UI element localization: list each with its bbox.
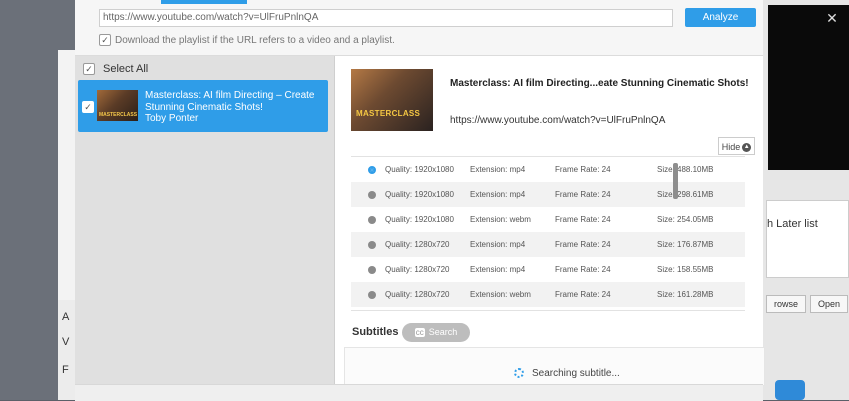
quality-text: Quality: 1920x1080: [385, 215, 454, 224]
analyze-button[interactable]: Analyze: [685, 8, 756, 27]
video-detail-pane: MASTERCLASS Masterclass: AI film Directi…: [335, 56, 765, 386]
quality-option-row[interactable]: Quality: 1280x720 Extension: mp4 Frame Rat…: [351, 232, 745, 257]
quality-text: Quality: 1280x720: [385, 290, 450, 299]
watch-later-text: h Later list: [767, 218, 818, 230]
quality-text: Quality: 1920x1080: [385, 190, 454, 199]
size-text: Size: 176.87MB: [657, 240, 714, 249]
video-item-title: Masterclass: AI film Directing – Create …: [145, 90, 315, 113]
thumbnail-text: MASTERCLASS: [356, 109, 421, 118]
quality-option-row[interactable]: Quality: 1280x720 Extension: webm Frame Ra…: [351, 282, 745, 307]
subtitle-results-box: Searching subtitle...: [344, 347, 765, 386]
detail-title: Masterclass: AI film Directing...eate St…: [450, 78, 749, 89]
frame-rate-text: Frame Rate: 24: [555, 215, 611, 224]
quality-list-scrollbar[interactable]: [673, 163, 678, 199]
url-input[interactable]: [99, 9, 673, 27]
close-icon[interactable]: ✕: [822, 8, 842, 28]
extension-text: Extension: mp4: [470, 165, 526, 174]
extension-text: Extension: webm: [470, 215, 531, 224]
size-text: Size: 488.10MB: [657, 165, 714, 174]
quality-text: Quality: 1920x1080: [385, 165, 454, 174]
background-text: V: [62, 336, 70, 348]
thumbnail-text: MASTERCLASS: [99, 112, 138, 118]
background-watch-later-panel: h Later list: [766, 200, 849, 278]
background-video-player: ✕: [768, 5, 849, 170]
subtitle-icon: cc: [414, 328, 425, 337]
frame-rate-text: Frame Rate: 24: [555, 165, 611, 174]
video-thumbnail: MASTERCLASS: [97, 90, 138, 121]
quality-text: Quality: 1280x720: [385, 240, 450, 249]
search-label: Search: [428, 327, 458, 337]
quality-text: Quality: 1280x720: [385, 265, 450, 274]
select-all-checkbox[interactable]: ✓: [83, 63, 95, 75]
quality-option-row[interactable]: Quality: 1280x720 Extension: mp4 Frame Rat…: [351, 257, 745, 282]
size-text: Size: 161.28MB: [657, 290, 714, 299]
subtitle-search-button[interactable]: cc Search: [402, 323, 470, 342]
quality-radio[interactable]: [368, 240, 376, 249]
background-panel: [58, 50, 75, 300]
size-text: Size: 158.55MB: [657, 265, 714, 274]
video-item-author: Toby Ponter: [145, 113, 199, 124]
loading-spinner-icon: [514, 368, 524, 378]
background-buttons: rowse Open: [766, 295, 849, 313]
quality-option-row[interactable]: Quality: 1920x1080 Extension: webm Frame R…: [351, 207, 745, 232]
background-text: F: [62, 364, 69, 376]
playlist-option[interactable]: ✓ Download the playlist if the URL refer…: [99, 34, 395, 46]
select-all-option[interactable]: ✓ Select All: [83, 63, 148, 75]
frame-rate-text: Frame Rate: 24: [555, 290, 611, 299]
quality-radio[interactable]: [368, 215, 376, 224]
quality-radio[interactable]: [368, 165, 376, 174]
extension-text: Extension: mp4: [470, 240, 526, 249]
size-text: Size: 298.61MB: [657, 190, 714, 199]
detail-thumbnail: MASTERCLASS: [351, 69, 433, 131]
quality-list: Quality: 1920x1080 Extension: mp4 Frame Ra…: [351, 156, 745, 311]
browse-button[interactable]: rowse: [766, 295, 807, 313]
hide-button[interactable]: Hide ▲: [718, 137, 755, 155]
quality-option-row[interactable]: Quality: 1920x1080 Extension: mp4 Frame Ra…: [351, 157, 745, 182]
frame-rate-text: Frame Rate: 24: [555, 265, 611, 274]
quality-radio[interactable]: [368, 290, 376, 299]
frame-rate-text: Frame Rate: 24: [555, 190, 611, 199]
quality-radio[interactable]: [368, 265, 376, 274]
subtitle-status: Searching subtitle...: [532, 368, 620, 379]
select-all-label: Select All: [103, 63, 149, 75]
hide-label: Hide: [721, 142, 741, 152]
video-item-checkbox[interactable]: ✓: [82, 101, 94, 113]
video-list-pane: ✓ Select All ✓ MASTERCLASS Masterclass: …: [75, 56, 335, 384]
quality-radio[interactable]: [368, 190, 376, 199]
frame-rate-text: Frame Rate: 24: [555, 240, 611, 249]
playlist-checkbox[interactable]: ✓: [99, 34, 111, 46]
detail-url: https://www.youtube.com/watch?v=UlFruPnl…: [450, 115, 666, 126]
background-text: A: [62, 311, 70, 323]
subtitles-label: Subtitles: [352, 326, 399, 338]
playlist-checkbox-label: Download the playlist if the URL refers …: [115, 34, 395, 46]
active-tab-indicator: [161, 0, 247, 4]
quality-option-row[interactable]: Quality: 1920x1080 Extension: mp4 Frame Ra…: [351, 182, 745, 207]
chevron-up-icon: ▲: [742, 143, 752, 153]
open-button[interactable]: Open: [810, 295, 849, 313]
extension-text: Extension: mp4: [470, 265, 526, 274]
extension-text: Extension: webm: [470, 290, 531, 299]
background-blue-button[interactable]: [775, 380, 805, 400]
extension-text: Extension: mp4: [470, 190, 526, 199]
size-text: Size: 254.05MB: [657, 215, 714, 224]
dialog-footer: [75, 384, 763, 401]
video-list-item[interactable]: ✓ MASTERCLASS Masterclass: AI film Direc…: [78, 80, 328, 132]
download-dialog: Analyze ✓ Download the playlist if the U…: [75, 0, 765, 401]
